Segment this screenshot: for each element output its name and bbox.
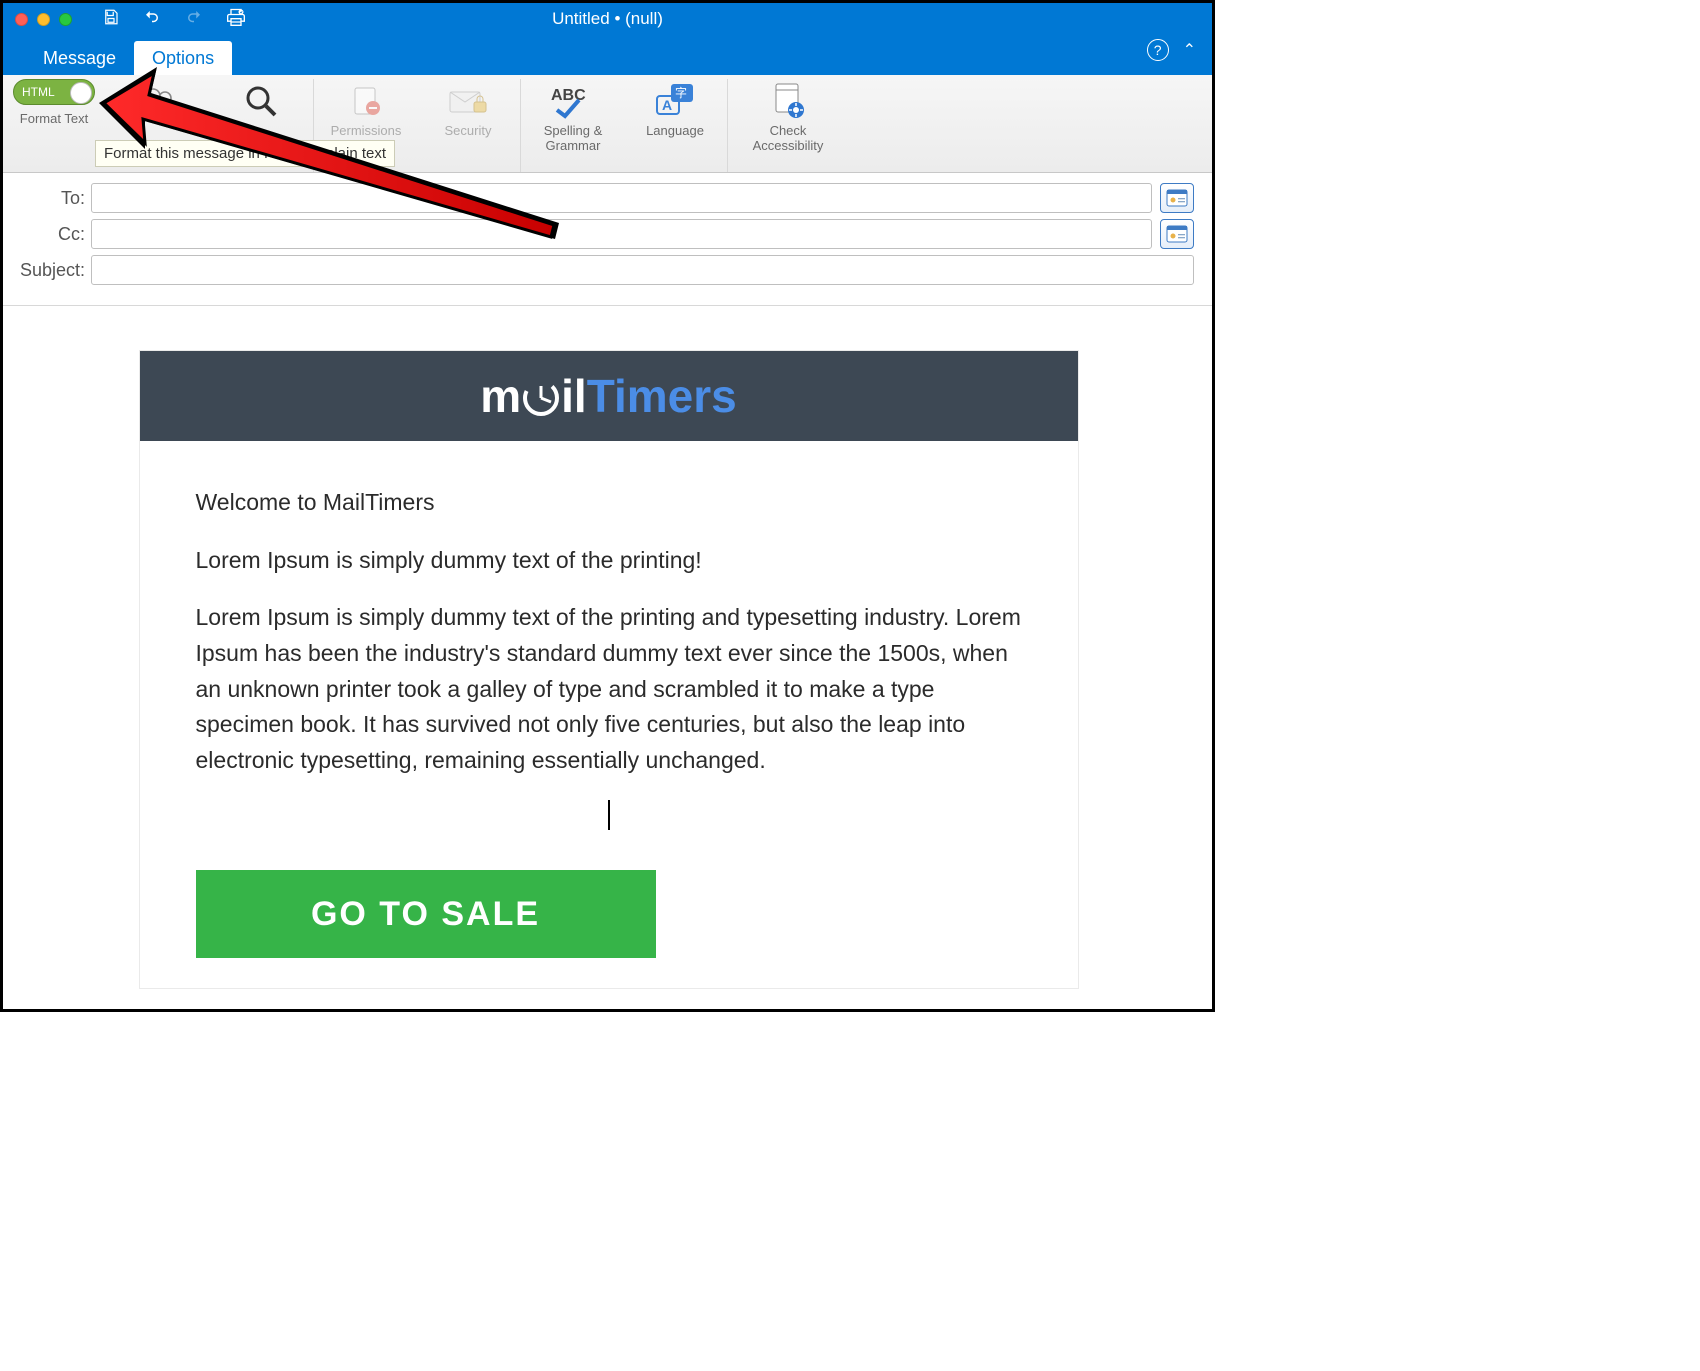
window-close-button[interactable] [15, 13, 28, 26]
tab-options[interactable]: Options [134, 41, 232, 75]
security-button[interactable]: Security [428, 81, 508, 138]
redo-icon [184, 8, 204, 31]
email-template: milTimers Welcome to MailTimers Lorem Ip… [139, 350, 1079, 989]
go-to-sale-button[interactable]: GO TO SALE [196, 870, 656, 958]
tab-message[interactable]: Message [25, 41, 134, 75]
email-welcome: Welcome to MailTimers [196, 485, 1022, 521]
address-book-icon [1166, 225, 1188, 243]
logo-part-il: il [561, 370, 587, 422]
to-field[interactable] [91, 183, 1152, 213]
cc-field[interactable] [91, 219, 1152, 249]
title-bar: Untitled • (null) [3, 3, 1212, 35]
window-minimize-button[interactable] [37, 13, 50, 26]
cc-contacts-button[interactable] [1160, 219, 1194, 249]
language-button[interactable]: 字A Language [635, 81, 715, 138]
logo-part-m: m [480, 370, 521, 422]
email-template-header: milTimers [140, 351, 1078, 441]
check-accessibility-button[interactable]: Check Accessibility [740, 81, 836, 153]
address-book-icon [1166, 189, 1188, 207]
email-body: Lorem Ipsum is simply dummy text of the … [196, 600, 1022, 778]
ribbon: HTML Format Text Permissions [3, 75, 1212, 173]
subject-label: Subject: [5, 260, 91, 281]
message-headers: To: Cc: Subject: [3, 173, 1212, 306]
svg-text:A: A [662, 97, 672, 113]
clock-icon [521, 378, 561, 418]
logo-part-timers: Timers [587, 370, 737, 422]
save-icon[interactable] [102, 8, 120, 31]
to-label: To: [5, 188, 91, 209]
help-icon[interactable]: ? [1147, 39, 1169, 61]
spelling-grammar-button[interactable]: ABC Spelling & Grammar [533, 81, 613, 153]
bcc-button[interactable] [119, 81, 199, 121]
toggle-knob [70, 82, 92, 104]
zoom-button[interactable] [221, 81, 301, 121]
message-body[interactable]: milTimers Welcome to MailTimers Lorem Ip… [3, 306, 1212, 1009]
svg-text:ABC: ABC [551, 87, 586, 104]
permissions-button[interactable]: Permissions [326, 81, 406, 138]
collapse-ribbon-icon[interactable]: ⌃ [1183, 40, 1196, 60]
cc-label: Cc: [5, 224, 91, 245]
format-html-toggle[interactable]: HTML [13, 79, 95, 105]
undo-icon[interactable] [142, 8, 162, 31]
format-tooltip: Format this message in HTML or plain tex… [95, 140, 395, 167]
to-contacts-button[interactable] [1160, 183, 1194, 213]
svg-text:字: 字 [675, 85, 687, 100]
window-zoom-button[interactable] [59, 13, 72, 26]
format-toggle-label: HTML [22, 85, 55, 99]
format-text-label: Format Text [20, 111, 88, 126]
subject-field[interactable] [91, 255, 1194, 285]
print-icon[interactable] [226, 7, 246, 32]
text-cursor [608, 800, 610, 830]
ribbon-tabs: Message Options ? ⌃ [3, 35, 1212, 75]
email-intro: Lorem Ipsum is simply dummy text of the … [196, 543, 1022, 579]
